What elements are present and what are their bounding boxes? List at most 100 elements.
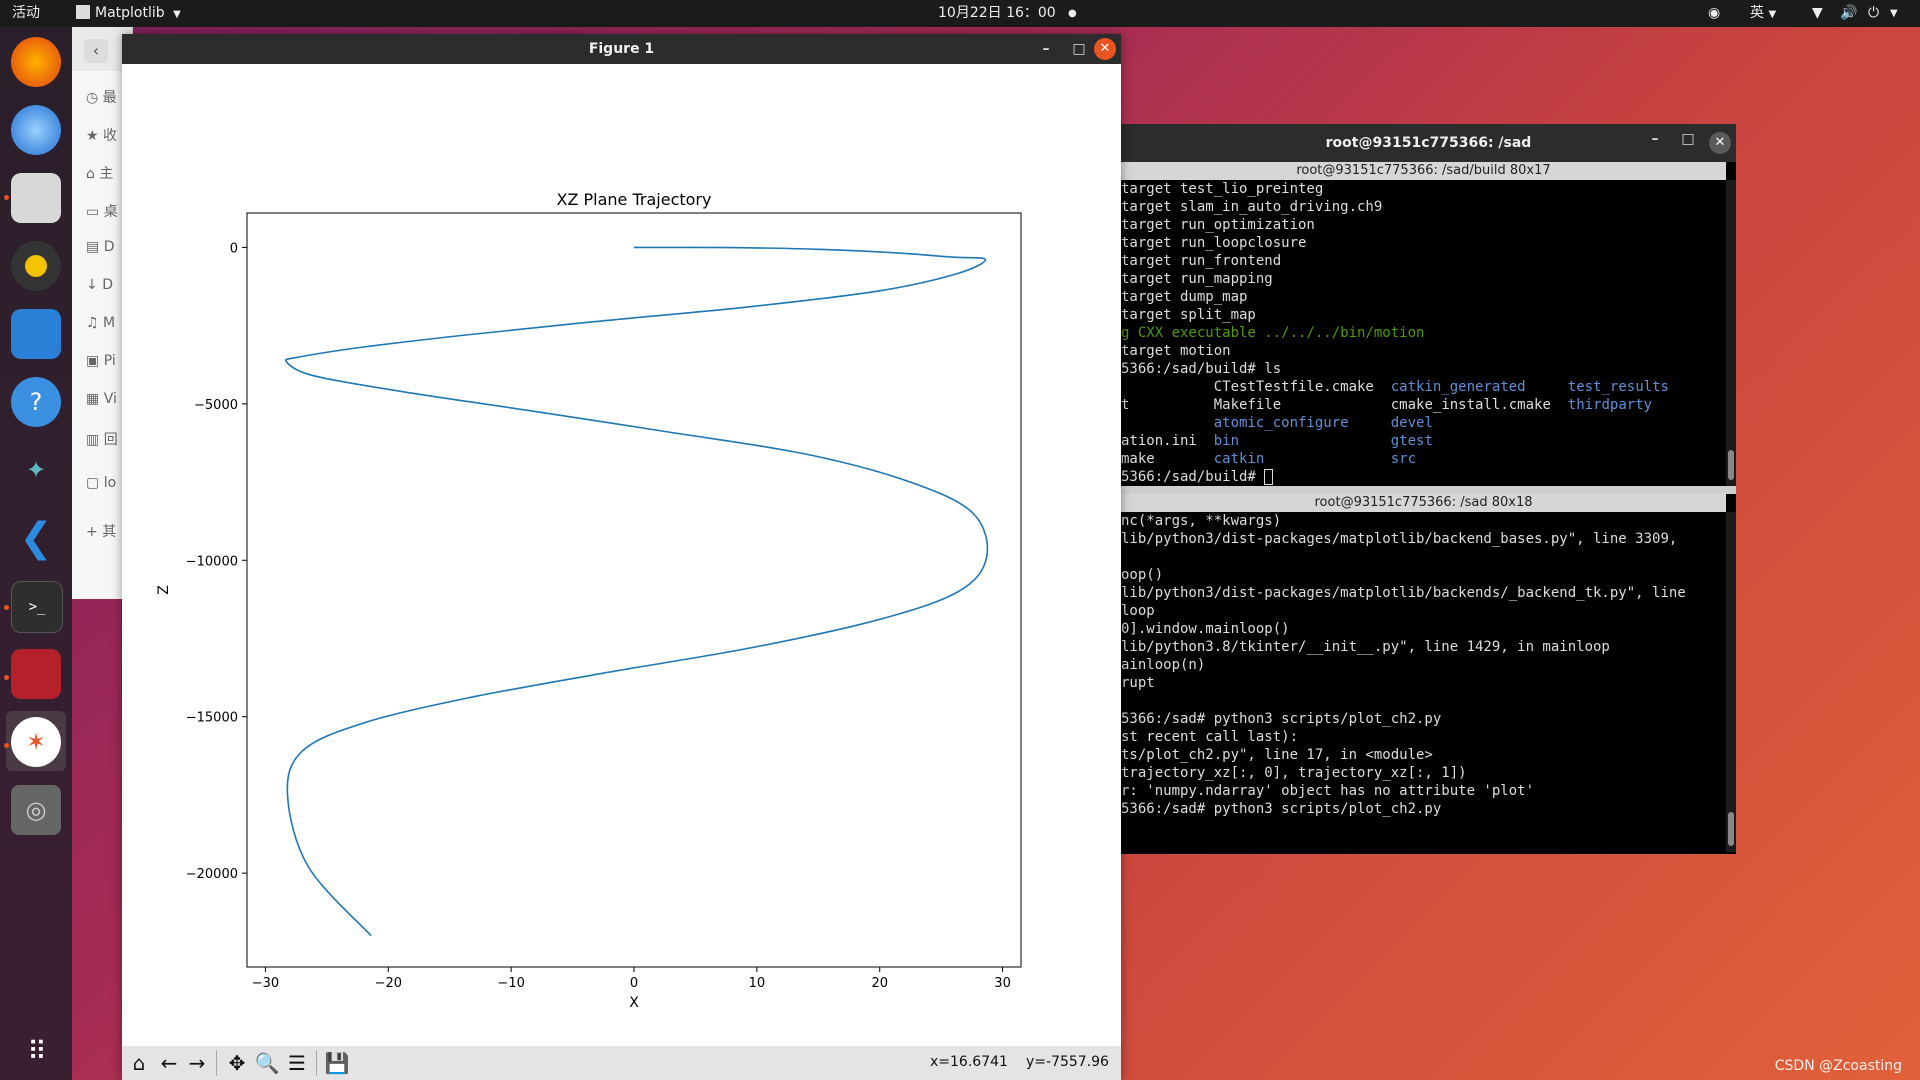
maximize-button[interactable]: □ [1676, 124, 1700, 154]
sidebar-item-desktop[interactable]: ▭ 桌 [86, 201, 118, 221]
apps-grid-icon[interactable]: ⠿ [11, 1027, 61, 1077]
plot-frame [246, 212, 1022, 968]
terminal-text: bin [1213, 433, 1240, 449]
terminal-text: lib/python3/dist-packages/matplotlib/bac… [1121, 531, 1678, 547]
pan-icon[interactable]: ✥ [224, 1050, 250, 1076]
sidebar-item-location[interactable]: ▢ lo [86, 475, 116, 491]
minimize-button[interactable]: – [1643, 124, 1667, 154]
terminal-pane-build[interactable]: target test_lio_preinteg target slam_in_a… [1121, 180, 1726, 486]
terminal-text: st recent call last): [1121, 729, 1299, 745]
terminal-line: nc(*args, **kwargs) [1121, 512, 1726, 530]
sidebar-item-downloads[interactable]: ↓ D [86, 277, 113, 293]
terminal-line: t Makefile cmake_install.cmake thirdparty [1121, 396, 1726, 414]
terminal-text: 5366:/sad# python3 scripts/plot_ch2.py [1121, 711, 1442, 727]
network-icon[interactable]: ▼ [1812, 0, 1823, 27]
pane2-scrollbar[interactable] [1726, 512, 1736, 852]
terminal-line: st recent call last): [1121, 728, 1726, 746]
pane1-scrollbar[interactable] [1726, 180, 1736, 486]
app-menu[interactable]: Matplotlib ▼ [76, 0, 181, 27]
help-icon[interactable]: ? [11, 377, 61, 427]
sidebar-item-label: Vi [103, 391, 117, 407]
save-icon[interactable]: 💾 [324, 1050, 350, 1076]
forward-arrow-icon[interactable]: → [184, 1050, 210, 1076]
chevron-down-icon: ▼ [1768, 9, 1777, 20]
terminal-icon[interactable]: >_ [11, 581, 63, 633]
system-menu-chevron-icon[interactable]: ▼ [1890, 0, 1898, 27]
sidebar-item-music[interactable]: ♫ M [86, 315, 115, 331]
vscode-icon[interactable]: ❮ [11, 513, 61, 563]
app-menu-label: Matplotlib [95, 5, 165, 21]
terminal-line: 5366:/sad/build# ls [1121, 360, 1726, 378]
input-method-indicator[interactable]: 英 ▼ [1750, 0, 1776, 27]
close-button[interactable]: ✕ [1094, 38, 1116, 60]
running-indicator [4, 195, 9, 200]
pane1-scroll-thumb[interactable] [1728, 450, 1734, 480]
sidebar-item-documents[interactable]: ▤ D [86, 239, 114, 255]
sidebar-item-home[interactable]: ⌂ 主 [86, 163, 113, 183]
running-indicator [4, 743, 9, 748]
app2-icon[interactable] [11, 649, 61, 699]
files-icon[interactable] [11, 173, 61, 223]
configure-subplots-icon[interactable]: ☰ [284, 1050, 310, 1076]
sidebar-item-label: Pi [103, 353, 116, 369]
rhythmbox-icon[interactable] [11, 241, 61, 291]
app3-icon[interactable]: ✶ [11, 717, 61, 767]
firefox-icon[interactable] [11, 37, 61, 87]
thunderbird-icon[interactable] [11, 105, 61, 155]
sidebar-item-label: 桌 [103, 204, 118, 220]
volume-icon[interactable]: 🔊 [1840, 0, 1857, 27]
sidebar-item-videos[interactable]: ▦ Vi [86, 391, 117, 407]
terminal-text: ts/plot_ch2.py", line 17, in <module> [1121, 747, 1433, 763]
chart-title: XZ Plane Trajectory [557, 190, 712, 209]
top-bar: 活动 Matplotlib ▼ 10月22日 16：00 ● ◉ 英 ▼ ▼ 🔊… [0, 0, 1920, 27]
terminal-line: atomic_configure devel [1121, 414, 1726, 432]
terminal-text: g CXX executable ../../../bin/motion [1121, 325, 1425, 341]
pane2-scroll-thumb[interactable] [1728, 812, 1734, 846]
terminal-window[interactable]: root@93151c775366: /sad – □ ✕ root@93151… [1121, 124, 1736, 854]
sidebar-item-label: D [103, 239, 115, 255]
tray-app-icon[interactable]: ◉ [1708, 0, 1720, 27]
terminal-text: lib/python3/dist-packages/matplotlib/bac… [1121, 585, 1686, 601]
sidebar-item-trash[interactable]: ▥ 回 [86, 429, 118, 449]
figure-titlebar[interactable]: Figure 1 – □ ✕ [122, 34, 1121, 64]
terminal-text: 5366:/sad# python3 scripts/plot_ch2.py [1121, 801, 1442, 817]
terminal-line: target slam_in_auto_driving.ch9 [1121, 198, 1726, 216]
home-icon[interactable]: ⌂ [126, 1050, 152, 1076]
zoom-icon[interactable]: 🔍 [254, 1050, 280, 1076]
disc-icon[interactable]: ◎ [11, 785, 61, 835]
minimize-button[interactable]: – [1034, 34, 1058, 64]
pane-divider[interactable] [1121, 486, 1736, 494]
sidebar-item-other[interactable]: + 其 [86, 521, 116, 541]
terminal-text: catkin_generated [1390, 379, 1526, 395]
terminal-line: 5366:/sad/build# [1121, 468, 1726, 486]
figure-window[interactable]: Figure 1 – □ ✕ XZ Plane Trajectory X Z −30 −… [122, 34, 1121, 1080]
power-icon[interactable]: ⏻ [1868, 0, 1879, 27]
terminal-line: ation.ini bin gtest [1121, 432, 1726, 450]
sidebar-item-recent[interactable]: ◷ 最 [86, 87, 117, 107]
terminal-line: 5366:/sad# python3 scripts/plot_ch2.py [1121, 800, 1726, 818]
terminal-text: 5366:/sad/build# [1121, 469, 1265, 485]
chevron-down-icon: ▼ [173, 9, 181, 20]
sidebar-item-label: 收 [103, 128, 118, 144]
pane2-title: root@93151c775366: /sad 80x18 [1121, 494, 1726, 512]
x-tick-label: 20 [871, 976, 888, 991]
terminal-pane-sad[interactable]: nc(*args, **kwargs) lib/python3/dist-pack… [1121, 512, 1726, 852]
terminal-text: ainloop(n) [1121, 657, 1206, 673]
sidebar-item-starred[interactable]: ★ 收 [86, 125, 117, 145]
terminal-text: test_results [1567, 379, 1669, 395]
back-icon[interactable]: ‹ [84, 39, 108, 63]
terminal-line: oop() [1121, 566, 1726, 584]
cursor-x-readout: x=16.6741 [930, 1054, 1008, 1070]
writer-icon[interactable] [11, 309, 61, 359]
app-icon[interactable]: ✦ [11, 445, 61, 495]
terminal-line: target split_map [1121, 306, 1726, 324]
back-arrow-icon[interactable]: ← [156, 1050, 182, 1076]
close-button[interactable]: ✕ [1709, 132, 1731, 154]
trajectory-chart[interactable]: XZ Plane Trajectory X Z −30 −20 −10 0 10 20 30 0 −5… [122, 64, 1121, 1046]
activities-button[interactable]: 活动 [12, 0, 40, 27]
sidebar-item-pictures[interactable]: ▣ Pi [86, 353, 116, 369]
terminal-titlebar[interactable]: root@93151c775366: /sad – □ ✕ [1121, 124, 1736, 162]
maximize-button[interactable]: □ [1067, 34, 1091, 64]
terminal-text: catkin [1213, 451, 1265, 467]
clock[interactable]: 10月22日 16：00 [938, 0, 1056, 27]
